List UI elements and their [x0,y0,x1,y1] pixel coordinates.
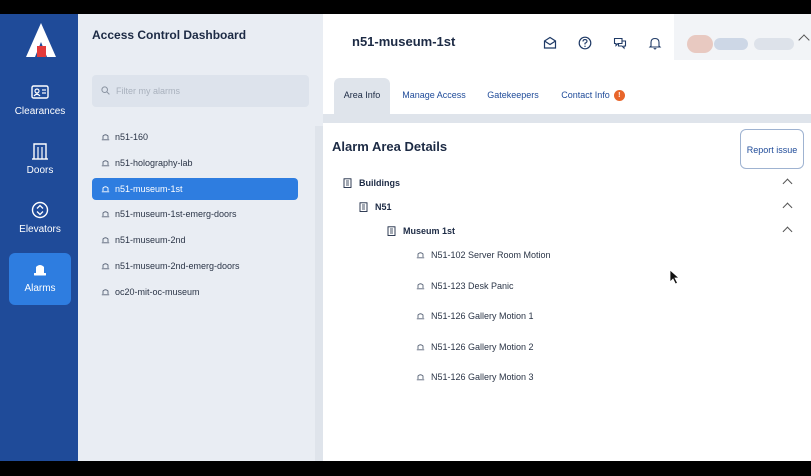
tab-contact-info[interactable]: Contact Info! [555,78,631,114]
alarm-list-item[interactable]: n51-160 [92,126,298,148]
tab-contact-info-label: Contact Info [561,90,610,100]
alarm-list-item[interactable]: oc20-mit-oc-museum [92,281,298,303]
user-name-redacted [714,38,748,50]
nav-elevators-label: Elevators [19,224,61,235]
mouse-cursor-icon [669,269,681,285]
user-profile[interactable] [674,14,811,60]
device-label: N51-123 Desk Panic [431,280,514,291]
alarm-icon [101,263,110,270]
filter-box [92,75,309,107]
alarm-icon [101,185,110,192]
tree-floor-label: Museum 1st [403,226,456,236]
tab-bar: Area Info Manage Access Gatekeepers Cont… [323,78,811,114]
alarm-list-item[interactable]: n51-museum-1st [92,177,298,200]
alarm-list-item[interactable]: n51-museum-2nd [92,229,298,251]
alarm-list-item-label: n51-museum-2nd [115,235,186,246]
tab-gatekeepers[interactable]: Gatekeepers [481,78,545,114]
area-details: Alarm Area Details Report issue Building… [323,122,811,461]
bell-icon[interactable] [648,36,662,50]
nav-alarms[interactable]: Alarms [9,253,71,305]
alarm-list-item[interactable]: n51-holography-lab [92,152,298,174]
dashboard-title: Access Control Dashboard [92,28,247,42]
building-icon [359,202,368,212]
alarm-list-item-label: n51-museum-1st [115,183,183,194]
building-icon [343,178,352,188]
alarm-icon [34,265,46,276]
building-icon [32,143,48,160]
alarm-list-item-label: n51-museum-2nd-emerg-doors [115,261,240,271]
alarm-icon [416,344,425,351]
chevron-up-icon[interactable] [798,34,810,46]
tree-buildings-label: Buildings [359,178,400,188]
chevron-up-icon[interactable] [782,202,793,213]
nav-clearances[interactable]: Clearances [9,76,71,128]
alarm-list-item-label: n51-holography-lab [115,157,193,168]
nav-elevators[interactable]: Elevators [9,194,71,246]
search-icon [101,86,110,95]
alarm-list-item[interactable]: n51-museum-2nd-emerg-doors [92,255,298,277]
alarm-list-item-label: n51-museum-1st-emerg-doors [115,209,237,220]
alarm-list-item-label: n51-160 [115,132,149,142]
report-issue-button[interactable]: Report issue [740,129,804,169]
id-card-icon [31,85,49,99]
main-panel: n51-museum-1st Area Info Manage Access G… [323,14,811,461]
main-nav: Clearances Doors Elevators Alarms [0,14,78,461]
alarm-list-item[interactable]: n51-museum-1st-emerg-doors [92,203,298,225]
nav-alarms-label: Alarms [24,283,56,294]
tab-manage-access[interactable]: Manage Access [397,78,471,114]
alarm-icon [101,134,110,141]
chevron-up-icon[interactable] [782,226,793,237]
section-title: Alarm Area Details [332,139,448,154]
alarm-list-item-label: oc20-mit-oc-museum [115,286,200,297]
content-divider [323,114,811,122]
nav-doors[interactable]: Doors [9,135,71,187]
tab-area-info-label: Area Info [343,90,381,100]
device-label: N51-102 Server Room Motion [431,250,551,260]
alarm-icon [416,313,425,320]
page-title: n51-museum-1st [352,34,456,49]
tree-building-n51-label: N51 [375,202,392,212]
chevron-up-icon[interactable] [782,178,793,189]
chat-icon[interactable] [613,36,627,50]
mail-icon[interactable] [543,36,557,50]
elevator-icon [31,201,49,219]
tab-gatekeepers-label: Gatekeepers [487,90,539,100]
device-label: N51-126 Gallery Motion 3 [431,372,534,383]
alarm-icon [416,252,425,259]
avatar [687,35,713,53]
help-icon[interactable] [578,36,592,50]
alarm-icon [416,282,425,289]
device-label: N51-126 Gallery Motion 1 [431,311,534,322]
building-icon [387,226,396,236]
nav-doors-label: Doors [26,165,54,176]
app-window: Clearances Doors Elevators Alarms Access… [0,14,811,461]
filter-alarms-input[interactable] [116,80,301,102]
user-detail-redacted [754,38,794,50]
alarm-sidebar: Access Control Dashboard n51-160 n51-holo… [78,14,323,461]
alarm-icon [101,289,110,296]
tab-manage-access-label: Manage Access [402,90,466,100]
nav-clearances-label: Clearances [14,106,66,117]
alarm-icon [416,374,425,381]
alarm-icon [101,211,110,218]
device-label: N51-126 Gallery Motion 2 [431,341,534,352]
tab-area-info[interactable]: Area Info [334,78,390,114]
notification-badge: ! [613,90,625,101]
alarm-icon [101,237,110,244]
sidebar-scrollbar[interactable] [315,126,323,461]
alarm-icon [101,160,110,167]
app-logo[interactable] [23,22,59,58]
